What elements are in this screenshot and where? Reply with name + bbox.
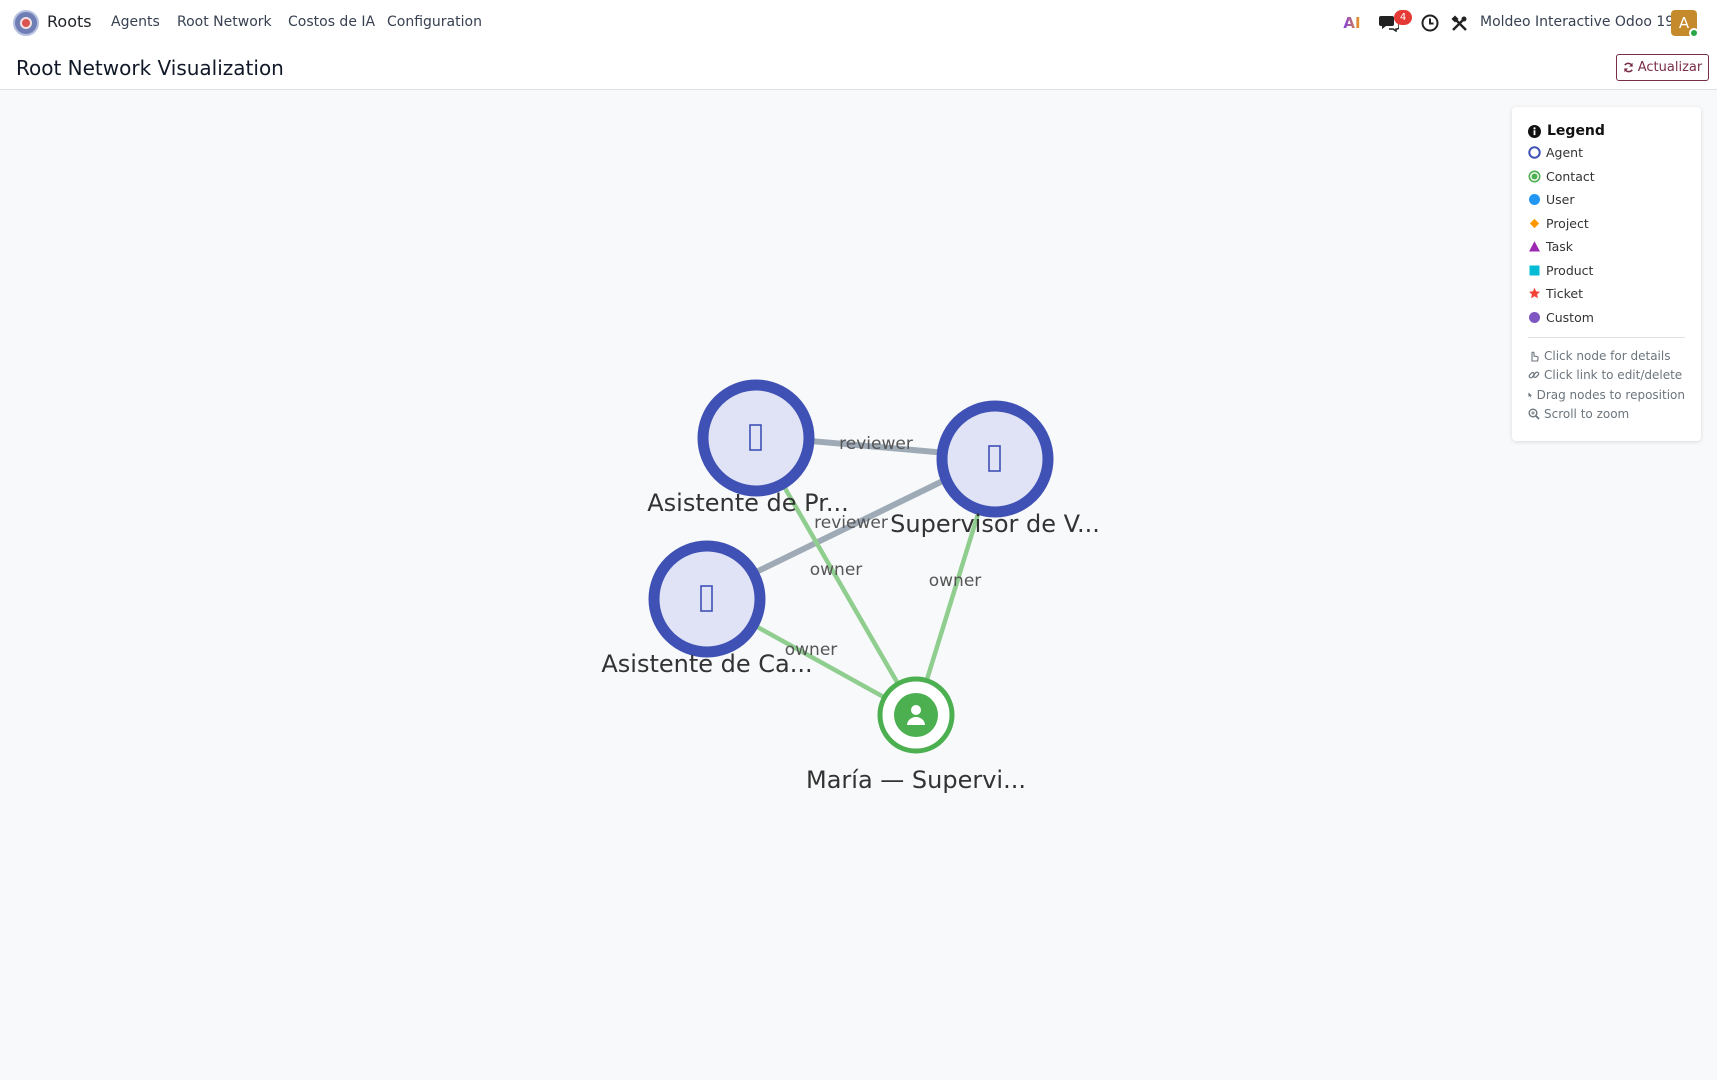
- legend-item-label: Ticket: [1546, 286, 1583, 302]
- legend-item-custom: Custom: [1528, 306, 1685, 330]
- zoom-icon: [1528, 408, 1540, 420]
- control-panel: Root Network Visualization Actualizar: [0, 46, 1717, 90]
- legend-title: Legend: [1528, 121, 1685, 141]
- diamond-icon: [1528, 217, 1541, 230]
- node-agent-1[interactable]: Asistente de Pr...: [647, 379, 849, 517]
- node-agent-2[interactable]: Supervisor de V...: [890, 400, 1100, 538]
- legend-item-contact: Contact: [1528, 165, 1685, 189]
- legend-item-agent: Agent: [1528, 141, 1685, 165]
- legend-item-label: Agent: [1546, 145, 1583, 161]
- info-icon: [1528, 124, 1541, 138]
- legend-item-task: Task: [1528, 235, 1685, 259]
- node-contact-4[interactable]: María — Supervi...: [806, 676, 1026, 794]
- custom-dot-icon: [1528, 311, 1541, 324]
- messages-button[interactable]: 4: [1372, 0, 1412, 46]
- agent-ring-icon: [1528, 146, 1541, 159]
- cursor-arrow-icon: [1528, 392, 1533, 398]
- legend-item-label: User: [1546, 192, 1575, 208]
- menu-root-network[interactable]: Root Network: [177, 14, 272, 30]
- clock-icon: [1421, 14, 1439, 32]
- refresh-label: Actualizar: [1637, 60, 1703, 75]
- legend-panel: Legend Agent Contact User Project Task Produc…: [1512, 107, 1701, 441]
- ai-icon: AI: [1343, 14, 1361, 32]
- page-title: Root Network Visualization: [16, 56, 284, 80]
- link-label: reviewer: [839, 434, 913, 454]
- link-icon: [1528, 371, 1540, 379]
- contact-ring-icon: [1528, 170, 1541, 183]
- hint-click-link: Click link to edit/delete: [1528, 366, 1685, 386]
- star-icon: [1528, 287, 1541, 300]
- legend-items: Agent Contact User Project Task Product Ticket…: [1528, 141, 1685, 329]
- legend-item-label: Product: [1546, 262, 1594, 278]
- node-label: Asistente de Pr...: [647, 489, 849, 517]
- square-icon: [1528, 264, 1541, 277]
- node-agent-3[interactable]: Asistente de Ca...: [601, 540, 813, 678]
- node-label: Asistente de Ca...: [601, 650, 812, 678]
- activity-button[interactable]: [1418, 0, 1442, 46]
- app-name[interactable]: Roots: [47, 12, 92, 31]
- network-graph[interactable]: reviewerreviewerownerownerowner Asistent…: [0, 91, 1717, 1080]
- legend-item-ticket: Ticket: [1528, 282, 1685, 306]
- legend-item-product: Product: [1528, 259, 1685, 283]
- agent-node-circle[interactable]: [648, 540, 766, 658]
- menu-agents[interactable]: Agents: [111, 14, 160, 30]
- triangle-icon: [1528, 240, 1541, 253]
- link-label: owner: [929, 571, 982, 591]
- company-switcher[interactable]: Moldeo Interactive Odoo 19: [1480, 14, 1674, 30]
- node-label: María — Supervi...: [806, 766, 1026, 794]
- hint-scroll-zoom: Scroll to zoom: [1528, 405, 1685, 425]
- tools-icon: [1450, 14, 1467, 31]
- legend-item-label: Task: [1546, 239, 1573, 255]
- hint-click-node: Click node for details: [1528, 346, 1685, 366]
- legend-divider: [1528, 337, 1685, 338]
- legend-item-user: User: [1528, 188, 1685, 212]
- messages-count-badge: 4: [1394, 10, 1412, 25]
- refresh-icon: [1623, 62, 1633, 73]
- online-status-dot: [1689, 28, 1699, 38]
- agent-node-circle[interactable]: [936, 400, 1054, 518]
- legend-title-text: Legend: [1547, 123, 1605, 139]
- ai-assistant-button[interactable]: AI: [1340, 0, 1364, 46]
- link-label: owner: [810, 560, 863, 580]
- legend-item-label: Custom: [1546, 309, 1594, 325]
- hand-pointer-icon: [1531, 351, 1539, 362]
- top-navbar: Roots Agents Root Network Costos de IA C…: [0, 0, 1717, 46]
- debug-tools-button[interactable]: [1447, 0, 1471, 46]
- legend-item-label: Contact: [1546, 168, 1595, 184]
- agent-node-circle[interactable]: [697, 379, 815, 497]
- menu-costos-de-ia[interactable]: Costos de IA: [288, 14, 375, 30]
- menu-configuration[interactable]: Configuration: [387, 14, 482, 30]
- node-label: Supervisor de V...: [890, 510, 1100, 538]
- roots-logo-icon[interactable]: [13, 10, 39, 36]
- refresh-button[interactable]: Actualizar: [1616, 54, 1709, 81]
- hint-drag-nodes: Drag nodes to reposition: [1528, 385, 1685, 405]
- legend-item-label: Project: [1546, 215, 1589, 231]
- user-dot-icon: [1528, 193, 1541, 206]
- legend-item-project: Project: [1528, 212, 1685, 236]
